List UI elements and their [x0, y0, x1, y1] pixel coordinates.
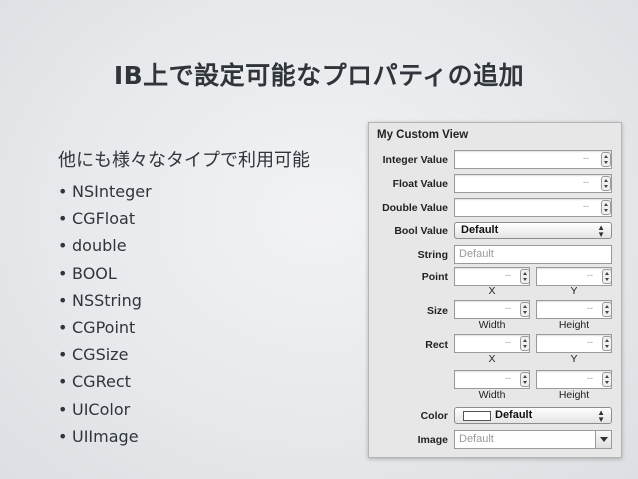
float-value-label: Float Value: [392, 178, 448, 190]
popup-arrows-icon: ▲ ▼: [597, 223, 605, 239]
placeholder-dash: --: [583, 153, 589, 163]
placeholder-dash: --: [505, 303, 511, 313]
list-item: • double: [58, 236, 127, 256]
size-height-field[interactable]: --: [536, 300, 612, 319]
list-item: • NSInteger: [58, 182, 152, 201]
type-list: • NSInteger • CGFloat • double • BOOL • NSStr…: [58, 178, 152, 450]
list-item: • CGRect: [58, 372, 131, 392]
rect-height-label: Height: [558, 389, 590, 401]
panel-header: My Custom View: [377, 129, 469, 141]
rect-height-field[interactable]: --: [536, 370, 612, 389]
placeholder-dash: --: [587, 303, 593, 313]
list-item: • UIColor: [58, 399, 131, 419]
rect-x-stepper[interactable]: [520, 336, 530, 351]
placeholder-dash: --: [505, 270, 511, 280]
rect-x-label: X: [488, 353, 496, 365]
double-stepper[interactable]: [601, 200, 611, 215]
rect-y-label: Y: [570, 353, 578, 365]
color-popup[interactable]: Default ▲ ▼: [454, 407, 612, 424]
placeholder-dash: --: [587, 270, 593, 280]
point-y-field[interactable]: --: [536, 267, 612, 286]
image-label: Image: [417, 434, 448, 446]
string-field[interactable]: Default: [454, 245, 612, 264]
inspector-panel: My Custom View Integer Value -- Float Va…: [368, 122, 622, 458]
size-width-stepper[interactable]: [520, 302, 530, 317]
placeholder-dash: --: [505, 373, 511, 383]
popup-arrows-icon: ▲ ▼: [597, 408, 605, 424]
point-x-stepper[interactable]: [520, 269, 530, 284]
rect-y-field[interactable]: --: [536, 334, 612, 353]
size-width-field[interactable]: --: [454, 300, 530, 319]
list-item: • NSString: [58, 290, 142, 310]
point-label: Point: [421, 271, 448, 283]
placeholder-dash: --: [583, 201, 589, 211]
size-height-stepper[interactable]: [602, 302, 612, 317]
rect-width-label: Width: [478, 389, 506, 401]
bool-value-label: Bool Value: [394, 225, 448, 237]
double-value-field[interactable]: --: [454, 198, 612, 217]
rect-y-stepper[interactable]: [602, 336, 612, 351]
bool-value-text: Default: [461, 224, 499, 236]
rect-height-stepper[interactable]: [602, 372, 612, 387]
list-item: • CGPoint: [58, 317, 136, 337]
integer-value-label: Integer Value: [382, 154, 448, 166]
color-swatch: [463, 411, 491, 421]
point-y-stepper[interactable]: [602, 269, 612, 284]
rect-x-field[interactable]: --: [454, 334, 530, 353]
point-y-label: Y: [570, 285, 578, 297]
bool-value-popup[interactable]: Default ▲ ▼: [454, 222, 612, 239]
list-item: • CGSize: [58, 345, 129, 365]
size-label: Size: [426, 305, 448, 317]
integer-stepper[interactable]: [601, 152, 611, 167]
rect-width-stepper[interactable]: [520, 372, 530, 387]
point-x-label: X: [488, 285, 496, 297]
float-stepper[interactable]: [601, 176, 611, 191]
color-label: Color: [420, 410, 448, 422]
list-item: • BOOL: [58, 263, 117, 283]
size-height-label: Height: [558, 319, 590, 331]
rect-width-field[interactable]: --: [454, 370, 530, 389]
string-label: String: [417, 249, 448, 261]
rect-label: Rect: [425, 339, 448, 351]
list-item: • CGFloat: [58, 209, 136, 229]
size-width-label: Width: [478, 319, 506, 331]
placeholder-dash: --: [587, 337, 593, 347]
integer-value-field[interactable]: --: [454, 150, 612, 169]
point-x-field[interactable]: --: [454, 267, 530, 286]
image-placeholder: Default: [459, 433, 494, 445]
image-combo[interactable]: Default: [454, 430, 612, 449]
placeholder-dash: --: [587, 373, 593, 383]
color-value-text: Default: [495, 409, 533, 421]
intro-text: 他にも様々なタイプで利用可能: [58, 150, 310, 171]
slide-title: IB上で設定可能なプロパティの追加: [113, 61, 525, 90]
placeholder-dash: --: [583, 177, 589, 187]
list-item: • UIImage: [58, 426, 139, 446]
placeholder-dash: --: [505, 337, 511, 347]
chevron-down-icon[interactable]: [595, 431, 611, 448]
float-value-field[interactable]: --: [454, 174, 612, 193]
double-value-label: Double Value: [382, 202, 448, 214]
